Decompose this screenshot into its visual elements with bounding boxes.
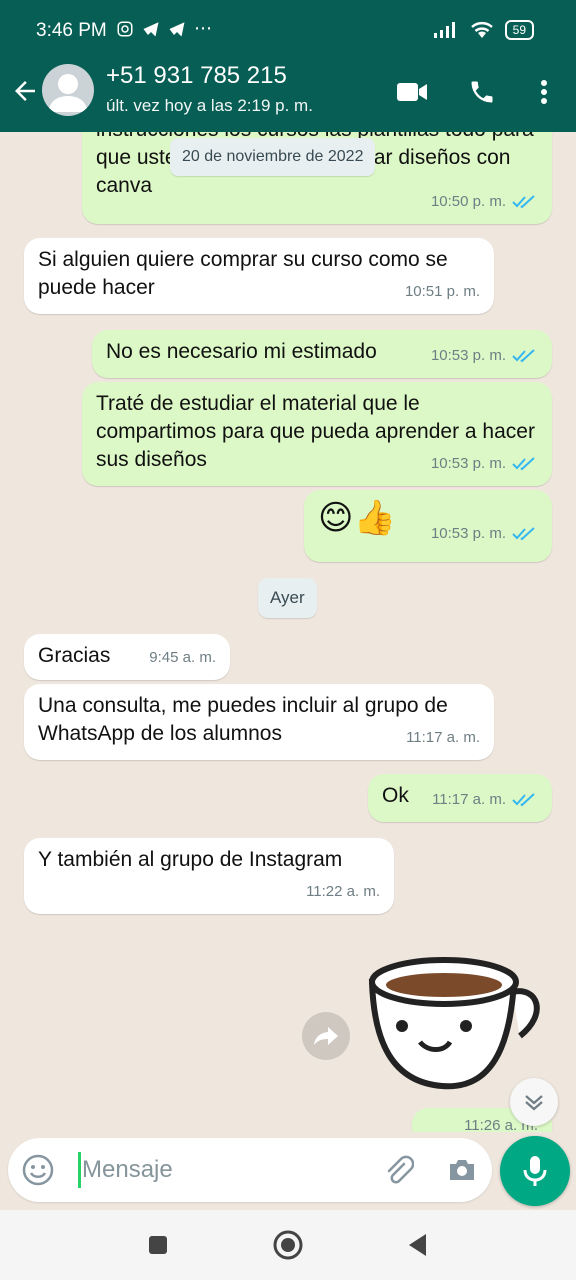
message-meta: 10:53 p. m. (431, 342, 538, 370)
system-navigation-bar (0, 1210, 576, 1280)
outgoing-message[interactable]: Ok 11:17 a. m. (368, 774, 552, 822)
contact-name[interactable]: +51 931 785 215 (106, 62, 287, 90)
message-meta: 10:50 p. m. (431, 188, 538, 216)
incoming-message[interactable]: Si alguien quiere comprar su curso como … (24, 238, 494, 314)
video-call-button[interactable] (394, 74, 430, 110)
home-button[interactable] (268, 1225, 308, 1265)
coffee-cup-sticker[interactable] (362, 952, 552, 1092)
recent-apps-button[interactable] (138, 1225, 178, 1265)
message-meta: 9:45 a. m. (149, 644, 216, 672)
date-chip: 20 de noviembre de 2022 (170, 138, 376, 176)
avatar-icon (48, 74, 88, 112)
more-notifications-icon: ⋯ (194, 18, 212, 38)
voice-call-button[interactable] (464, 74, 500, 110)
mic-icon (523, 1156, 547, 1186)
message-time: 10:51 p. m. (404, 283, 480, 300)
chat-area[interactable]: instrucciones los cursos las plantillas … (0, 132, 576, 1132)
system-status-icons: 59 (433, 20, 534, 40)
message-time: 11:17 a. m. (432, 791, 506, 808)
incoming-message[interactable]: Una consulta, me puedes incluir al grupo… (24, 684, 494, 760)
read-receipt-icon (512, 457, 535, 471)
signal-icon (433, 22, 455, 38)
back-arrow-icon[interactable] (10, 76, 40, 106)
read-receipt-icon (512, 527, 535, 541)
forward-icon (314, 1027, 338, 1045)
more-options-button[interactable] (526, 74, 562, 110)
message-meta: 11:17 a. m. (406, 724, 480, 752)
message-time: 11:17 a. m. (406, 729, 480, 746)
message-meta: 10:53 p. m. (431, 450, 538, 478)
message-time: 11:22 a. m. (306, 883, 380, 900)
phone-icon (471, 81, 493, 103)
message-time: 10:50 p. m. (430, 193, 506, 210)
more-vert-icon (541, 80, 547, 104)
nav-square-icon (149, 1236, 167, 1254)
wifi-icon (470, 22, 493, 38)
instagram-icon (117, 21, 133, 36)
back-button[interactable] (398, 1225, 438, 1265)
message-meta: 10:53 p. m. (431, 514, 538, 554)
message-time: 10:53 p. m. (430, 525, 506, 542)
message-compose-bar (8, 1138, 492, 1202)
nav-back-icon (409, 1234, 426, 1256)
mic-button[interactable] (500, 1136, 570, 1206)
telegram-icon (169, 21, 185, 36)
camera-icon[interactable] (446, 1154, 478, 1186)
message-meta: 11:17 a. m. (432, 786, 538, 814)
scroll-down-button[interactable] (510, 1078, 558, 1126)
incoming-message[interactable]: Gracias 9:45 a. m. (24, 634, 230, 680)
status-bar: 3:46 PM ⋯ 59 (0, 0, 576, 62)
message-time: 9:45 a. m. (149, 649, 216, 666)
incoming-message[interactable]: Y también al grupo de Instagram 11:22 a.… (24, 838, 394, 914)
scroll-down-icon (525, 1095, 543, 1111)
day-chip: Ayer (258, 578, 317, 618)
message-time: 10:53 p. m. (430, 347, 506, 364)
outgoing-message[interactable]: Traté de estudiar el material que le com… (82, 382, 552, 486)
last-seen: últ. vez hoy a las 2:19 p. m. (106, 96, 313, 115)
read-receipt-icon (512, 349, 535, 363)
nav-circle-icon (273, 1230, 303, 1260)
text-caret (78, 1152, 81, 1188)
outgoing-message[interactable]: 😊👍 10:53 p. m. (304, 490, 552, 562)
video-call-icon (397, 83, 427, 101)
emoji-icon[interactable] (22, 1154, 54, 1186)
battery-indicator: 59 (504, 20, 534, 40)
message-text: Y también al grupo de Instagram (38, 848, 343, 871)
read-receipt-icon (512, 793, 535, 807)
message-meta: 10:51 p. m. (405, 278, 480, 306)
status-time: 3:46 PM (36, 20, 107, 41)
telegram-icon (143, 21, 159, 36)
message-time: 10:53 p. m. (430, 455, 506, 472)
attach-icon[interactable] (382, 1154, 414, 1186)
forward-button[interactable] (302, 1012, 350, 1060)
outgoing-message[interactable]: No es necesario mi estimado 10:53 p. m. (92, 330, 552, 378)
read-receipt-icon (512, 195, 535, 209)
message-meta: 11:22 a. m. (306, 878, 380, 906)
message-input[interactable] (82, 1138, 382, 1202)
chat-header: +51 931 785 215 últ. vez hoy a las 2:19 … (0, 62, 576, 132)
notification-icons: ⋯ (116, 18, 212, 39)
avatar[interactable] (42, 64, 94, 116)
